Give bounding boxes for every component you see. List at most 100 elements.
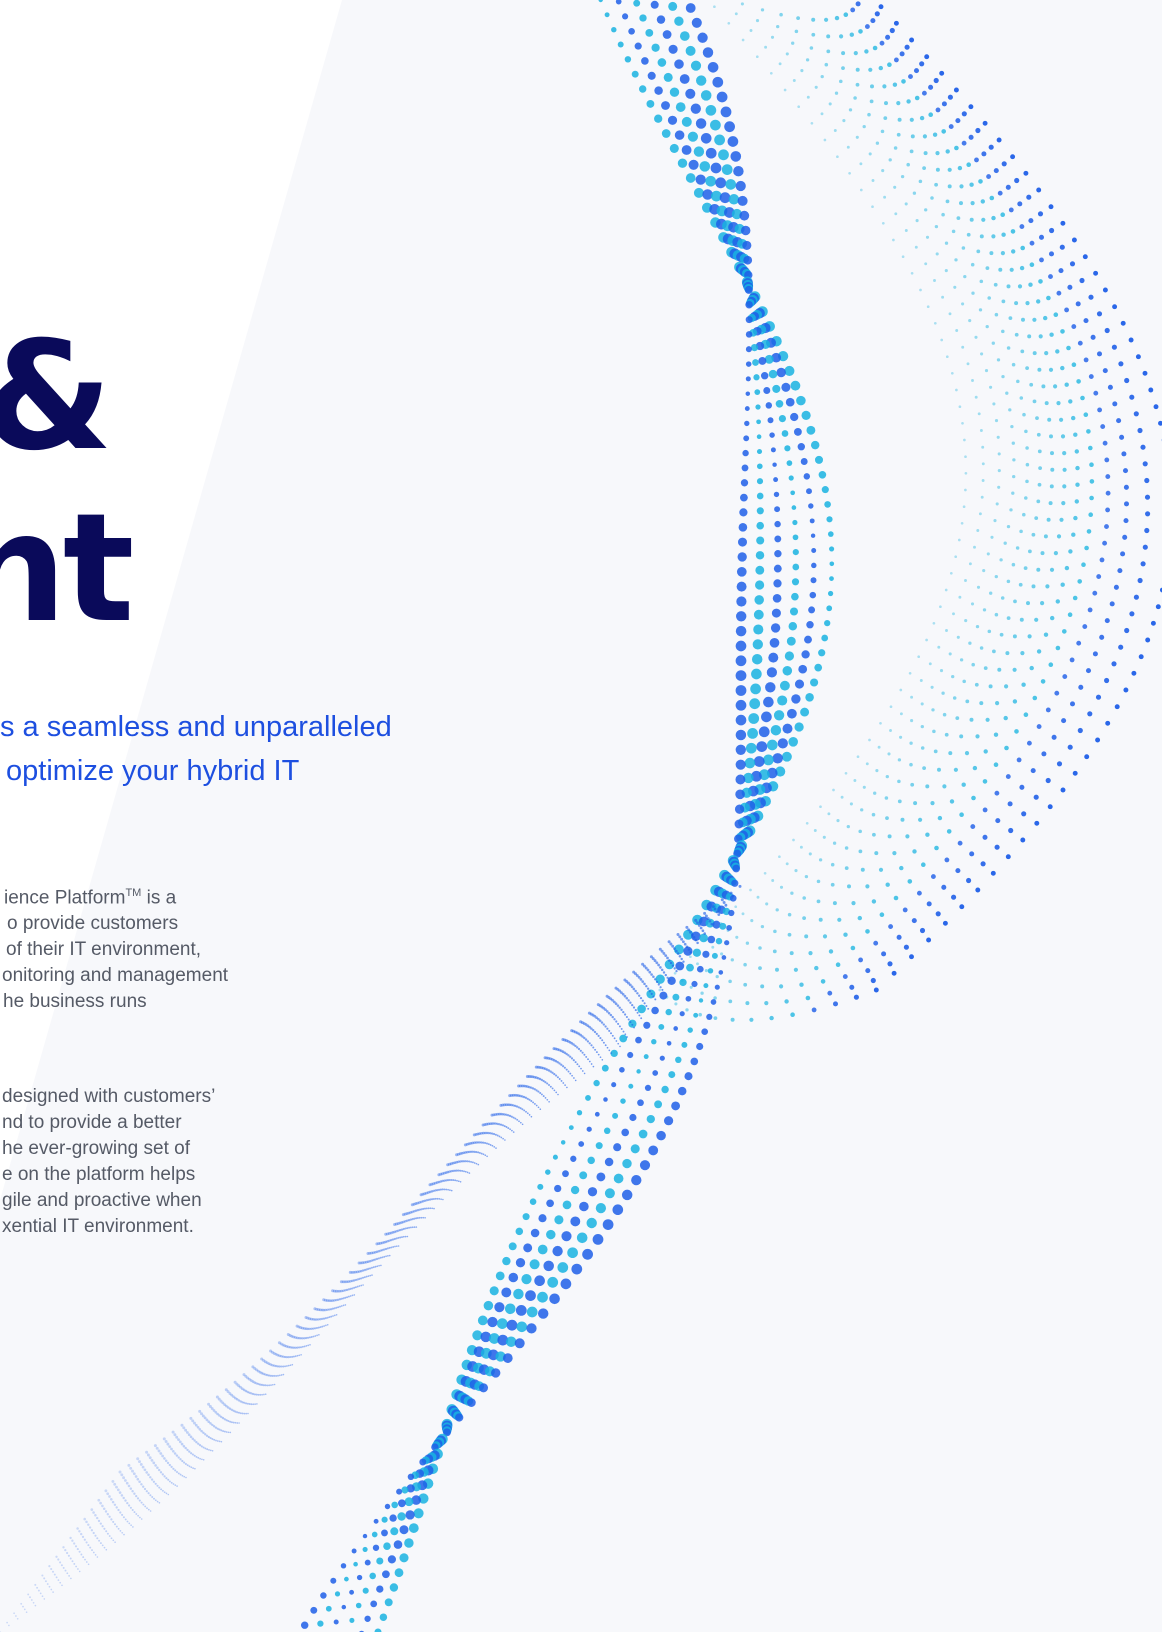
particle-dot [530, 1228, 540, 1238]
particle-dot [1048, 274, 1053, 280]
particle-dot [872, 45, 878, 51]
particle-dot [362, 1284, 364, 1286]
particle-dot [975, 624, 980, 629]
particle-dot [909, 149, 914, 154]
particle-dot [167, 1478, 170, 1481]
particle-dot [941, 691, 945, 695]
particle-dot [238, 1422, 240, 1424]
particle-dot [1075, 482, 1080, 487]
particle-dot [1086, 529, 1092, 534]
particle-dot [273, 1374, 276, 1377]
particle-dot [774, 520, 781, 528]
particle-dot [909, 954, 914, 960]
particle-dot [906, 162, 910, 167]
particle-dot [570, 1155, 577, 1162]
particle-dot [681, 116, 692, 127]
particle-dot [1104, 524, 1109, 530]
particle-dot [980, 199, 985, 204]
particle-dot [940, 338, 944, 342]
particle-dot [948, 124, 954, 130]
particle-dot [595, 1142, 603, 1150]
particle-dot [129, 1506, 132, 1509]
particle-dot [653, 959, 657, 963]
particle-dot [617, 1022, 620, 1025]
particle-dot [629, 1001, 632, 1004]
particle-dot [330, 1577, 337, 1584]
particle-dot [1105, 507, 1111, 513]
particle-dot [1040, 551, 1045, 556]
particle-dot [555, 1091, 558, 1094]
particle-dot [995, 701, 1000, 706]
particle-dot [394, 1568, 404, 1578]
particle-dot [778, 415, 786, 423]
particle-dot [377, 1257, 380, 1260]
particle-dot [252, 1403, 255, 1406]
particle-dot [910, 695, 914, 699]
particle-dot [1040, 679, 1046, 684]
particle-dot [92, 1531, 95, 1535]
particle-dot [75, 1565, 77, 1568]
particle-dot [1078, 684, 1084, 690]
particle-dot [771, 608, 781, 618]
particle-dot [1142, 461, 1148, 467]
particle-dot [1051, 734, 1057, 740]
particle-dot [347, 1295, 350, 1298]
particle-dot [904, 229, 908, 232]
particle-dot [183, 1461, 186, 1464]
particle-dot [330, 1315, 333, 1318]
particle-dot [22, 1605, 24, 1608]
particle-dot [299, 1346, 303, 1349]
particle-dot [758, 966, 762, 970]
particle-dot [791, 694, 801, 704]
particle-dot [786, 460, 793, 466]
particle-dot [738, 522, 748, 532]
particle-dot [1055, 599, 1061, 604]
particle-dot [978, 512, 982, 516]
particle-dot [211, 1437, 214, 1441]
particle-dot [685, 88, 696, 99]
particle-dot [989, 591, 993, 595]
particle-dot [475, 1151, 478, 1154]
particle-dot [539, 1108, 542, 1110]
particle-dot [624, 1033, 627, 1036]
particle-dot [870, 977, 876, 984]
particle-dot [924, 262, 928, 266]
particle-dot [510, 1115, 513, 1118]
particle-dot [808, 606, 816, 614]
particle-dot [790, 891, 794, 895]
particle-dot [173, 1433, 177, 1437]
particle-dot [1048, 367, 1054, 372]
particle-dot [991, 234, 996, 239]
particle-dot [1011, 562, 1016, 567]
particle-dot [78, 1530, 81, 1533]
particle-dot [966, 162, 972, 168]
particle-dot [393, 1540, 403, 1549]
particle-dot [66, 1572, 69, 1575]
particle-dot [138, 1460, 141, 1464]
particle-dot [805, 821, 809, 825]
particle-dot [590, 1063, 593, 1065]
particle-dot [674, 59, 684, 69]
particle-dot [298, 1346, 301, 1349]
particle-dot [124, 1479, 127, 1482]
particle-dot [140, 1483, 143, 1486]
particle-dot [1047, 804, 1053, 810]
particle-dot [319, 1326, 322, 1329]
particle-dot [790, 412, 799, 422]
particle-dot [156, 1466, 159, 1470]
particle-dot [691, 17, 702, 28]
particle-dot [1038, 279, 1043, 284]
particle-dot [809, 591, 817, 599]
particle-dot [1014, 729, 1019, 734]
particle-dot [787, 708, 797, 719]
particle-dot [744, 420, 750, 427]
particle-dot [982, 120, 988, 126]
particle-dot [296, 1354, 299, 1357]
particle-dot [494, 1133, 497, 1136]
particle-dot [592, 1234, 604, 1245]
particle-dot [855, 82, 860, 87]
particle-dot [139, 1462, 143, 1466]
particle-dot [555, 1074, 558, 1077]
particle-dot [434, 1197, 437, 1200]
particle-dot [387, 1255, 389, 1257]
